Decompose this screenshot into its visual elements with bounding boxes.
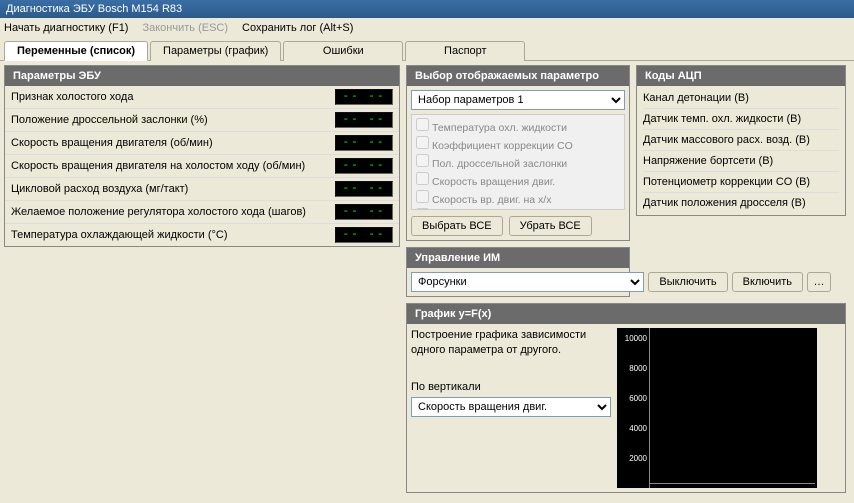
graph-vertical-label: По вертикали: [411, 381, 611, 393]
param-checklist: Температура охл. жидкости Коэффициент ко…: [411, 114, 625, 210]
lcd-value: -- --: [335, 89, 393, 105]
ecu-param-row[interactable]: Признак холостого хода -- --: [5, 86, 399, 109]
im-select[interactable]: Форсунки: [411, 272, 644, 292]
checkbox: [416, 118, 429, 131]
chart-ytick: 10000: [619, 334, 647, 343]
lcd-value: -- --: [335, 135, 393, 151]
param-check-item[interactable]: Коэффициент коррекции CO: [416, 135, 620, 153]
adc-item[interactable]: Датчик темп. охл. жидкости (В): [643, 109, 839, 130]
checkbox: [416, 154, 429, 167]
menubar: Начать диагностику (F1) Закончить (ESC) …: [0, 18, 854, 38]
chart-ytick: 4000: [619, 424, 647, 433]
ecu-param-row[interactable]: Положение дроссельной заслонки (%) -- --: [5, 109, 399, 132]
select-all-button[interactable]: Выбрать ВСЕ: [411, 216, 503, 236]
checkbox: [416, 208, 429, 210]
adc-item[interactable]: Канал детонации (В): [643, 88, 839, 109]
im-control-panel: Управление ИМ Форсунки Выключить Включит…: [406, 247, 630, 297]
adc-codes-title: Коды АЦП: [637, 66, 845, 86]
chart-x-axis: [649, 483, 815, 484]
adc-item[interactable]: Потенциометр коррекции CO (В): [643, 172, 839, 193]
checkbox: [416, 172, 429, 185]
chart-area: 10000 8000 6000 4000 2000: [617, 328, 817, 488]
chart-ytick: 6000: [619, 394, 647, 403]
ecu-params-panel: Параметры ЭБУ Признак холостого хода -- -…: [4, 65, 400, 247]
ecu-param-label: Скорость вращения двигателя (об/мин): [11, 137, 213, 149]
tab-passport[interactable]: Паспорт: [405, 41, 525, 61]
chart-ytick: 2000: [619, 454, 647, 463]
tab-variables[interactable]: Переменные (список): [4, 41, 148, 61]
graph-panel: График y=F(x) Построение графика зависим…: [406, 303, 846, 493]
chart-y-axis: [649, 328, 650, 488]
param-set-select[interactable]: Набор параметров 1: [411, 90, 625, 110]
lcd-value: -- --: [335, 158, 393, 174]
ecu-param-row[interactable]: Скорость вращения двигателя на холостом …: [5, 155, 399, 178]
ecu-param-label: Желаемое положение регулятора холостого …: [11, 206, 306, 218]
ecu-params-title: Параметры ЭБУ: [5, 66, 399, 86]
tab-errors[interactable]: Ошибки: [283, 41, 403, 61]
ecu-param-label: Скорость вращения двигателя на холостом …: [11, 160, 305, 172]
ecu-param-label: Цикловой расход воздуха (мг/такт): [11, 183, 188, 195]
ecu-param-label: Положение дроссельной заслонки (%): [11, 114, 208, 126]
lcd-value: -- --: [335, 227, 393, 243]
ecu-param-row[interactable]: Желаемое положение регулятора холостого …: [5, 201, 399, 224]
checkbox: [416, 136, 429, 149]
tab-parameters[interactable]: Параметры (график): [150, 41, 281, 61]
display-params-title: Выбор отображаемых параметро: [407, 66, 629, 86]
param-check-item[interactable]: Скорость вр. двиг. на х/х: [416, 189, 620, 207]
param-check-item[interactable]: Желаемое пол. рег. х/х: [416, 207, 620, 210]
ecu-param-row[interactable]: Цикловой расход воздуха (мг/такт) -- --: [5, 178, 399, 201]
graph-description: Построение графика зависимости одного па…: [411, 328, 611, 359]
menu-save-log[interactable]: Сохранить лог (Alt+S): [242, 22, 353, 34]
tab-bar: Переменные (список) Параметры (график) О…: [0, 38, 854, 61]
adc-codes-panel: Коды АЦП Канал детонации (В) Датчик темп…: [636, 65, 846, 216]
ecu-param-label: Температура охлаждающей жидкости (°С): [11, 229, 227, 241]
menu-stop-diagnostics: Закончить (ESC): [142, 22, 228, 34]
graph-vertical-select[interactable]: Скорость вращения двиг.: [411, 397, 611, 417]
window-title: Диагностика ЭБУ Bosch M154 R83: [6, 3, 182, 15]
ecu-param-row[interactable]: Скорость вращения двигателя (об/мин) -- -…: [5, 132, 399, 155]
ecu-param-label: Признак холостого хода: [11, 91, 133, 103]
deselect-all-button[interactable]: Убрать ВСЕ: [509, 216, 592, 236]
chart-ytick: 8000: [619, 364, 647, 373]
lcd-value: -- --: [335, 204, 393, 220]
lcd-value: -- --: [335, 181, 393, 197]
display-params-panel: Выбор отображаемых параметро Набор парам…: [406, 65, 630, 241]
ecu-param-row[interactable]: Температура охлаждающей жидкости (°С) -- …: [5, 224, 399, 246]
adc-item[interactable]: Напряжение бортсети (В): [643, 151, 839, 172]
adc-item[interactable]: Датчик массового расх. возд. (В): [643, 130, 839, 151]
checkbox: [416, 190, 429, 203]
im-control-title: Управление ИМ: [407, 248, 629, 268]
window-titlebar: Диагностика ЭБУ Bosch M154 R83: [0, 0, 854, 18]
adc-item[interactable]: Датчик положения дросселя (В): [643, 193, 839, 213]
param-check-item[interactable]: Температура охл. жидкости: [416, 117, 620, 135]
param-check-item[interactable]: Пол. дроссельной заслонки: [416, 153, 620, 171]
lcd-value: -- --: [335, 112, 393, 128]
menu-start-diagnostics[interactable]: Начать диагностику (F1): [4, 22, 128, 34]
param-check-item[interactable]: Скорость вращения двиг.: [416, 171, 620, 189]
